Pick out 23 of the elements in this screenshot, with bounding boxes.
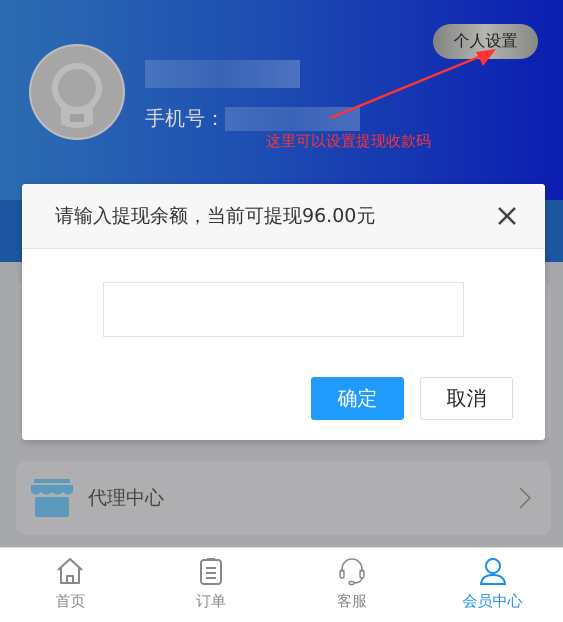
tab-label: 会员中心 xyxy=(462,592,523,611)
phone-label: 手机号： xyxy=(145,105,225,132)
tab-label: 客服 xyxy=(336,592,367,611)
amount-input[interactable] xyxy=(103,282,464,337)
tab-item[interactable]: 客服 xyxy=(282,548,422,622)
cancel-button[interactable]: 取消 xyxy=(420,377,513,420)
headset-icon xyxy=(336,556,367,586)
tab-item[interactable]: 订单 xyxy=(140,548,282,622)
menu-item[interactable]: 代理中心 xyxy=(16,461,551,535)
tab-label: 订单 xyxy=(196,592,226,611)
shop-icon xyxy=(30,479,74,517)
close-icon[interactable] xyxy=(497,206,517,226)
person-icon xyxy=(478,556,508,586)
tab-label: 首页 xyxy=(55,592,86,611)
annotation-text: 这里可以设置提现收款码 xyxy=(266,132,431,151)
confirm-button[interactable]: 确定 xyxy=(311,377,404,420)
dialog-title: 请输入提现余额，当前可提现96.00元 xyxy=(55,204,376,229)
tab-item[interactable]: 首页 xyxy=(0,548,141,622)
settings-button[interactable]: 个人设置 xyxy=(433,24,538,59)
tab-item[interactable]: 会员中心 xyxy=(422,548,563,622)
chevron-right-icon xyxy=(519,487,531,509)
avatar-icon xyxy=(29,44,125,140)
home-icon xyxy=(55,556,86,586)
